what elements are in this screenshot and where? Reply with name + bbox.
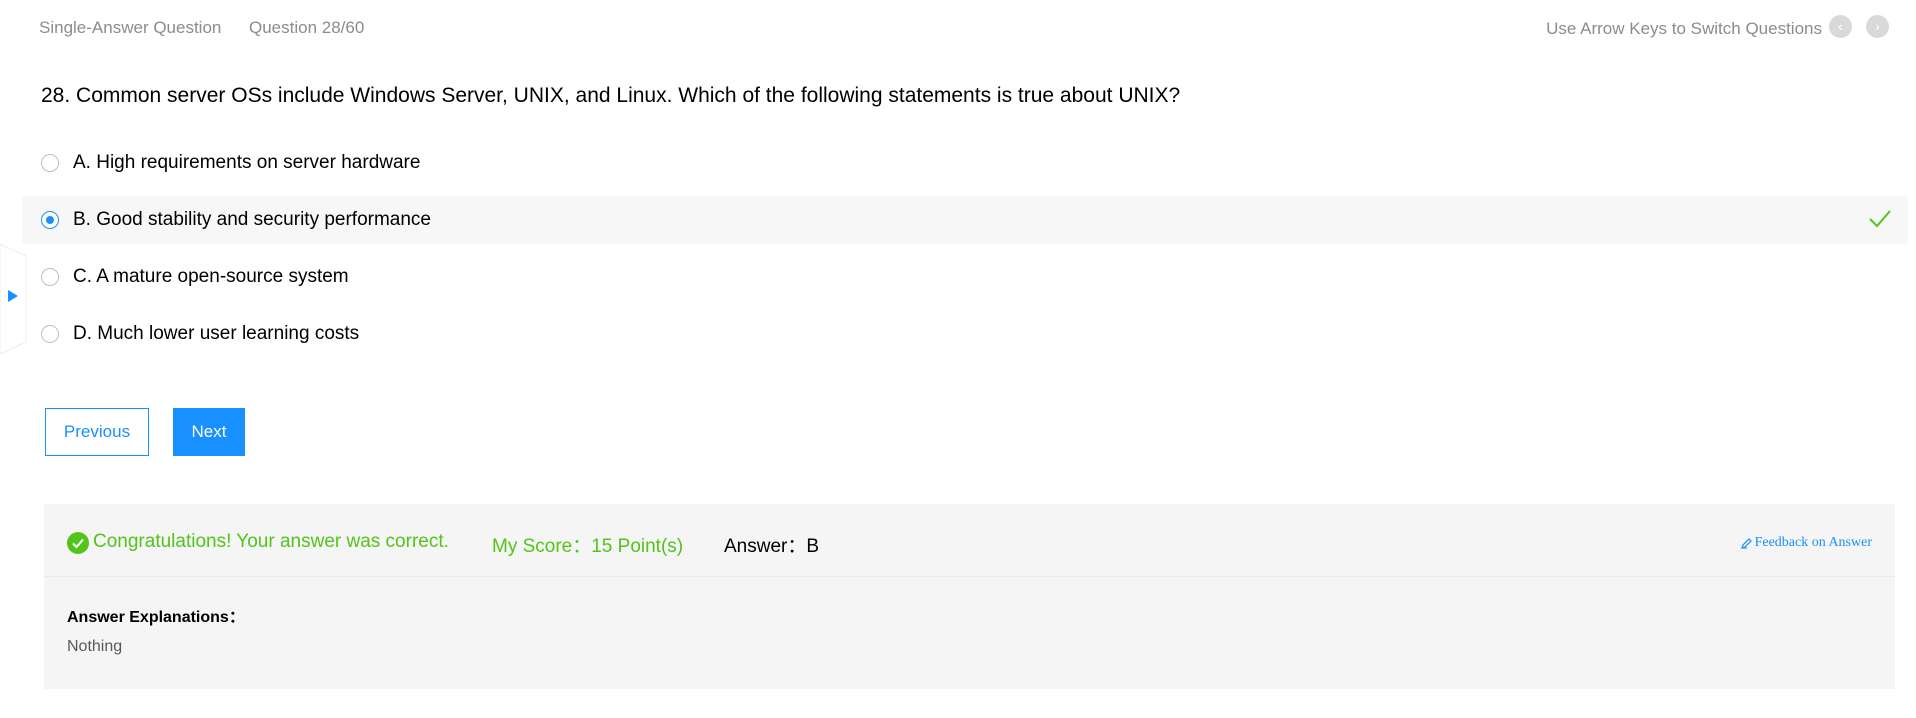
check-circle-icon bbox=[67, 532, 89, 554]
answer-result-panel: Congratulations! Your answer was correct… bbox=[44, 504, 1895, 689]
option-a[interactable]: A. High requirements on server hardware bbox=[22, 139, 1908, 187]
explanation-body: Nothing bbox=[67, 638, 123, 655]
option-label: D. Much lower user learning costs bbox=[73, 323, 360, 344]
radio-button[interactable] bbox=[41, 154, 59, 172]
my-score: My Score：15 Point(s) bbox=[492, 536, 684, 557]
correct-answer: Answer：B bbox=[724, 536, 820, 557]
option-b[interactable]: B. Good stability and security performan… bbox=[22, 196, 1908, 244]
chevron-right-icon[interactable]: › bbox=[1866, 15, 1889, 38]
question-type: Single-Answer Question bbox=[39, 18, 222, 37]
option-label: C. A mature open-source system bbox=[73, 266, 349, 287]
edit-icon bbox=[1740, 537, 1752, 549]
feedback-link[interactable]: Feedback on Answer bbox=[1740, 535, 1872, 551]
radio-button[interactable] bbox=[41, 211, 59, 229]
question-header: Single-Answer Question Question 28/60 Us… bbox=[0, 0, 1916, 56]
option-label: B. Good stability and security performan… bbox=[73, 209, 432, 230]
radio-button[interactable] bbox=[41, 268, 59, 286]
question-text: 28. Common server OSs include Windows Se… bbox=[41, 84, 1181, 107]
result-status: Congratulations! Your answer was correct… bbox=[93, 531, 449, 552]
next-button[interactable]: Next bbox=[173, 408, 245, 456]
option-c[interactable]: C. A mature open-source system bbox=[22, 253, 1908, 301]
result-summary: Congratulations! Your answer was correct… bbox=[44, 504, 1895, 577]
explanation-title: Answer Explanations： bbox=[67, 609, 245, 626]
chevron-left-icon[interactable]: ‹ bbox=[1829, 15, 1852, 38]
previous-button[interactable]: Previous bbox=[45, 408, 149, 456]
option-d[interactable]: D. Much lower user learning costs bbox=[22, 310, 1908, 358]
keyboard-hint: Use Arrow Keys to Switch Questions bbox=[1546, 19, 1822, 38]
caret-right-icon[interactable] bbox=[8, 290, 18, 302]
option-label: A. High requirements on server hardware bbox=[73, 152, 421, 173]
checkmark-icon bbox=[1869, 210, 1891, 228]
feedback-label[interactable]: Feedback on Answer bbox=[1755, 535, 1872, 551]
question-counter: Question 28/60 bbox=[249, 18, 365, 37]
radio-button[interactable] bbox=[41, 325, 59, 343]
